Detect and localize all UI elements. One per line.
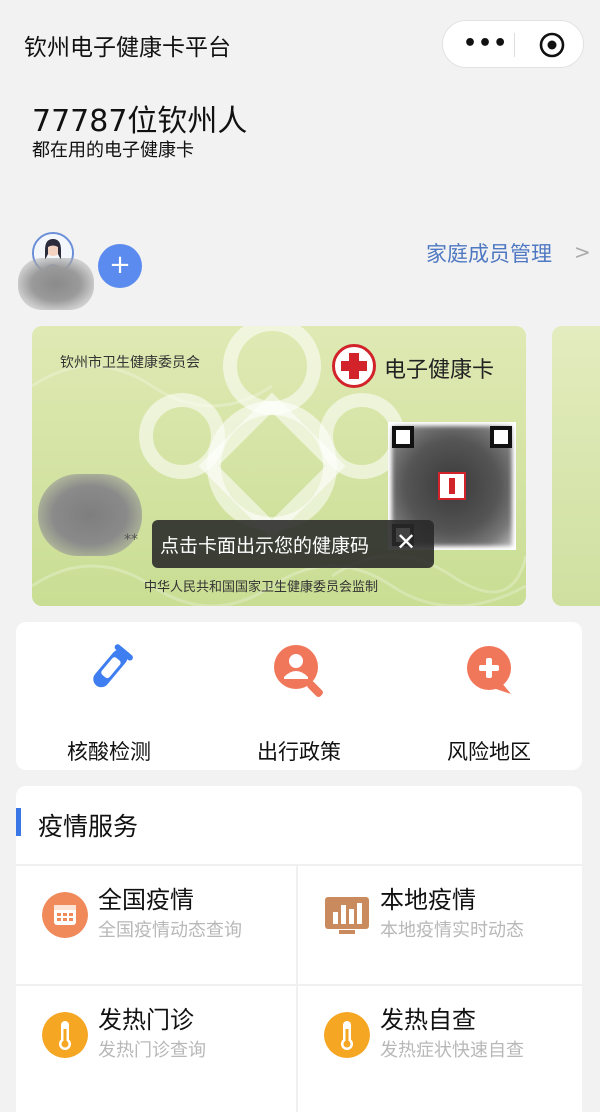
card-name: 电子健康卡 [384,358,495,383]
app-title: 钦州电子健康卡平台 [24,35,231,61]
service-title: 本地疫情 [380,886,476,914]
close-target-icon[interactable] [539,32,565,58]
more-menu-icon[interactable]: ••• [463,31,508,56]
service-subtitle: 发热症状快速自查 [380,1040,524,1061]
show-code-tooltip[interactable]: 点击卡面出示您的健康码 ✕ [152,520,434,568]
user-count-headline: 77787位钦州人 [32,104,248,139]
service-fever-clinic[interactable]: 发热门诊 发热门诊查询 [16,986,296,1104]
quick-action-label: 出行政策 [257,740,341,764]
health-card[interactable]: 钦州市卫生健康委员会 电子健康卡 ** 点击卡面出示您的健康码 ✕ 中华人民共和… [32,326,526,606]
thermometer-icon [324,1012,370,1058]
quick-action-label: 核酸检测 [67,740,151,764]
add-member-button[interactable]: + [98,244,142,288]
member-name-redacted [18,258,94,310]
service-subtitle: 本地疫情实时动态 [380,920,524,941]
test-tube-icon [93,644,133,688]
family-manage-link[interactable]: 家庭成员管理 [426,238,552,268]
person-search-icon [274,645,323,697]
service-fever-self-check[interactable]: 发热自查 发热症状快速自查 [298,986,578,1104]
masked-id: ** [124,532,138,548]
service-title: 全国疫情 [98,886,194,914]
user-count-subtitle: 都在用的电子健康卡 [32,140,194,161]
chevron-right-icon[interactable]: > [574,240,591,264]
qr-logo-icon [438,472,466,500]
quick-actions-panel: 核酸检测 出行政策 风险地区 [16,622,582,770]
service-title: 发热门诊 [98,1006,194,1034]
plus-bubble-icon [467,646,511,694]
section-title: 疫情服务 [38,812,139,841]
service-subtitle: 发热门诊查询 [98,1040,206,1061]
section-accent-bar [16,808,21,836]
service-subtitle: 全国疫情动态查询 [98,920,242,941]
tooltip-text: 点击卡面出示您的健康码 [160,535,370,557]
close-icon[interactable]: ✕ [396,528,416,556]
next-card-peek[interactable] [552,326,600,606]
service-national-epidemic[interactable]: 全国疫情 全国疫情动态查询 [16,866,296,984]
calendar-icon [42,892,88,938]
quick-action-label: 风险地区 [447,740,531,764]
service-local-epidemic[interactable]: 本地疫情 本地疫情实时动态 [298,866,578,984]
epidemic-services-section: 疫情服务 全国疫情 全国疫情动态查询 本地疫情 本地疫情实时动态 发热门诊 发热… [16,786,582,1112]
capsule-divider [514,33,515,57]
mini-program-capsule: ••• [442,20,584,68]
thermometer-icon [42,1012,88,1058]
card-issuer: 钦州市卫生健康委员会 [60,355,200,371]
red-cross-icon [332,344,376,388]
bar-chart-icon [325,897,369,934]
card-footer: 中华人民共和国国家卫生健康委员会监制 [144,580,379,595]
service-title: 发热自查 [380,1006,476,1034]
